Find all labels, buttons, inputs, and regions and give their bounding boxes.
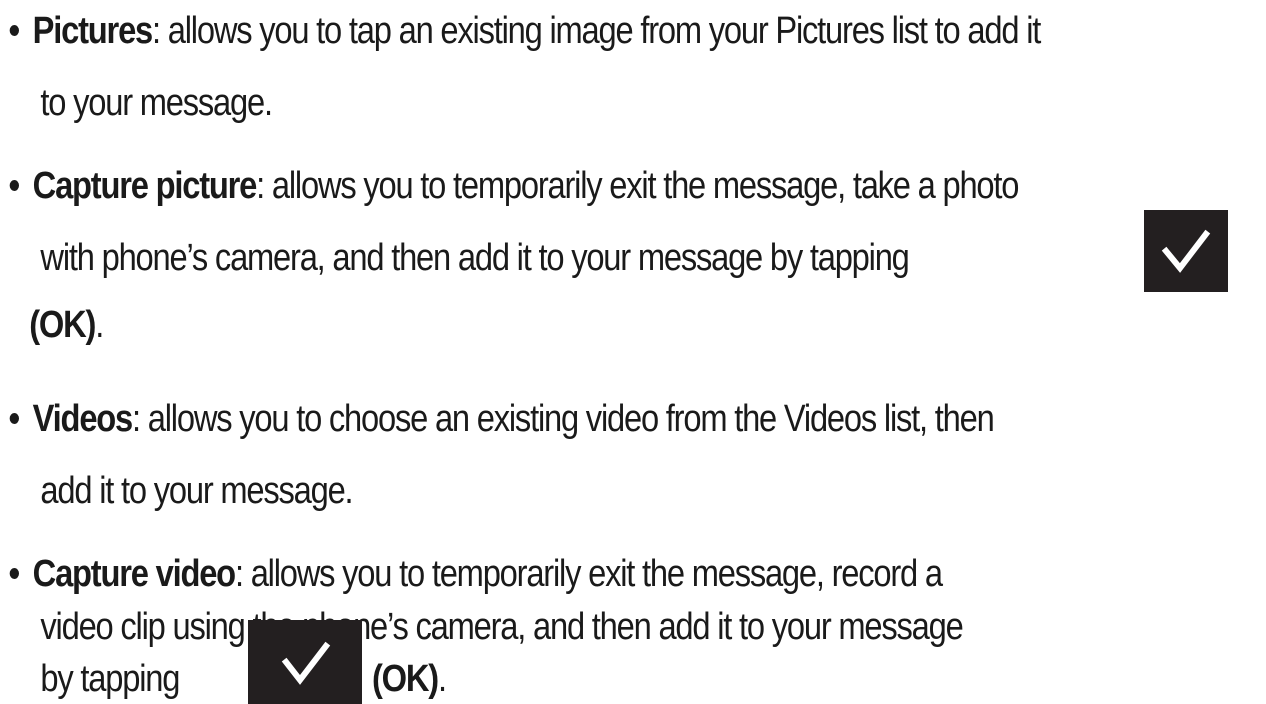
list-item-capture-picture-ok: (OK).	[0, 302, 104, 348]
description-videos-line2: add it to your message.	[40, 470, 353, 512]
list-item-pictures-continued: to your message.	[0, 80, 273, 126]
description-capture-video-line2: video clip using the phone’s camera, and…	[40, 606, 963, 648]
checkmark-icon	[248, 620, 362, 704]
checkmark-icon-graphic	[1161, 229, 1211, 273]
checkmark-icon	[1144, 210, 1228, 292]
description-capture-picture-line2: with phone’s camera, and then add it to …	[40, 237, 909, 279]
term-capture-picture: Capture picture	[32, 165, 258, 207]
by-tapping-text: by tapping	[40, 658, 180, 700]
document-page: • Pictures: allows you to tap an existing…	[0, 0, 1266, 704]
list-item-capture-video-ok: by tapping	[0, 656, 180, 702]
bullet: •	[8, 10, 20, 52]
list-item-videos: • Videos: allows you to choose an existin…	[0, 396, 995, 442]
list-item-capture-picture: • Capture picture: allows you to temporar…	[0, 163, 1020, 209]
description-pictures-line2: to your message.	[40, 82, 273, 124]
description-pictures-line1: : allows you to tap an existing image fr…	[152, 10, 1041, 52]
ok-label: (OK)	[372, 658, 439, 700]
description-videos-line1: : allows you to choose an existing video…	[132, 398, 995, 440]
ok-label: (OK)	[29, 304, 96, 346]
bullet: •	[8, 398, 20, 440]
period: .	[95, 304, 104, 346]
list-item-pictures: • Pictures: allows you to tap an existing…	[0, 8, 1042, 54]
list-item-videos-continued: add it to your message.	[0, 468, 353, 514]
list-item-capture-video-continued: video clip using the phone’s camera, and…	[0, 604, 963, 650]
term-videos: Videos	[32, 398, 134, 440]
term-capture-video: Capture video	[32, 553, 236, 595]
list-item-capture-picture-continued: with phone’s camera, and then add it to …	[0, 235, 909, 281]
term-pictures: Pictures	[32, 10, 154, 52]
description-capture-video-line1: : allows you to temporarily exit the mes…	[234, 553, 943, 595]
bullet: •	[8, 553, 20, 595]
list-item-capture-video: • Capture video: allows you to temporaril…	[0, 551, 943, 597]
bullet: •	[8, 165, 20, 207]
checkmark-icon-graphic	[281, 641, 331, 685]
description-capture-picture-line1: : allows you to temporarily exit the mes…	[256, 165, 1019, 207]
period: .	[437, 658, 447, 700]
list-item-capture-video-ok-label: (OK).	[372, 656, 447, 702]
